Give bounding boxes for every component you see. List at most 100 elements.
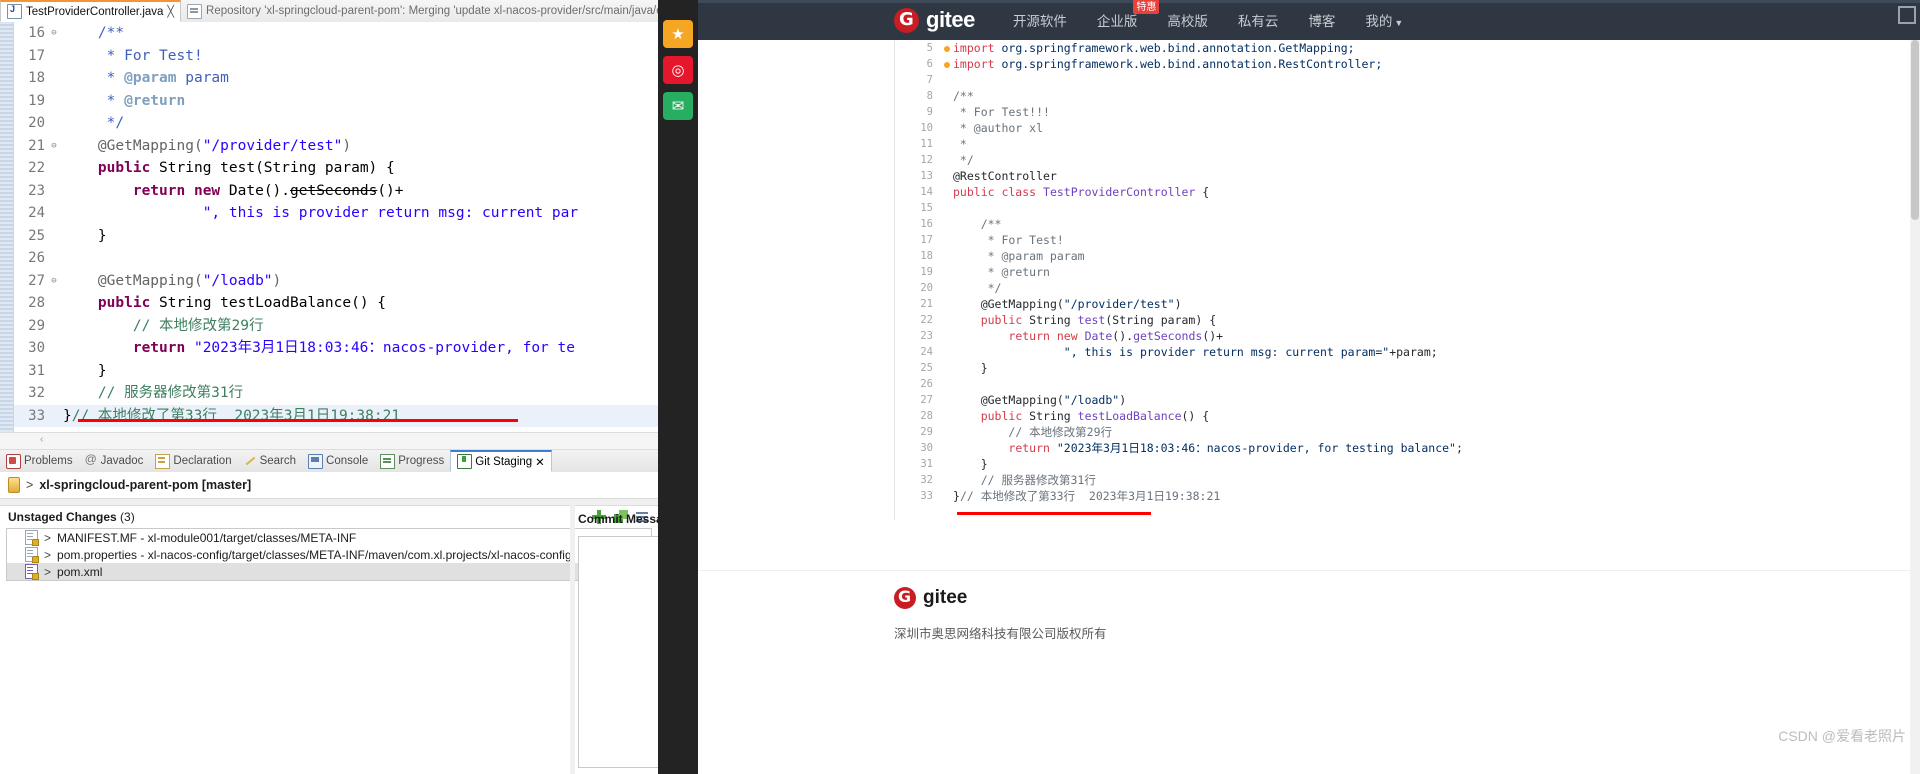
list-item[interactable]: > pom.properties - xl-nacos-config/targe…: [7, 546, 651, 563]
code-text: }: [97, 362, 107, 379]
progress-icon: [380, 453, 396, 469]
nav-label: 高校版: [1167, 14, 1208, 29]
gitee-code-lines: 5 import org.springframework.web.bind.ann…: [895, 40, 1920, 504]
nav-item-education[interactable]: 高校版: [1167, 10, 1208, 30]
footer-copyright: 深圳市奥思网络科技有限公司版权所有: [894, 627, 1107, 641]
tab-javadoc[interactable]: Javadoc: [79, 451, 150, 472]
close-icon[interactable]: ✕: [535, 455, 545, 469]
code-text: @GetMapping("/provider/test"): [63, 137, 352, 154]
code-line: 28 public String testLoadBalance() {: [895, 408, 1920, 424]
line-number: 25: [920, 362, 933, 374]
code-editor-area[interactable]: 16 ⊖ /** 17 * For Test! 18 * @param param 19…: [0, 22, 658, 432]
code-text: * For Test!!!: [953, 105, 1050, 119]
close-icon[interactable]: ╳: [167, 5, 174, 18]
commit-message-input[interactable]: [578, 536, 658, 768]
code-text: @RestController: [953, 169, 1057, 183]
expand-arrow-icon[interactable]: >: [26, 478, 33, 492]
code-text: // 本地修改第29行: [1008, 425, 1113, 439]
tab-problems[interactable]: Problems: [0, 451, 79, 472]
nav-item-privatecloud[interactable]: 私有云: [1238, 10, 1279, 30]
repository-row[interactable]: > xl-springcloud-parent-pom [master]: [0, 472, 658, 498]
code-line: 22 public String test(String param) {: [895, 312, 1920, 328]
code-line: 12 */: [895, 152, 1920, 168]
fold-toggle-icon[interactable]: ⊖: [49, 22, 59, 45]
expand-arrow-icon[interactable]: >: [44, 531, 51, 545]
nav-item-mine[interactable]: 我的 ▼: [1365, 10, 1403, 30]
header-top-border: [698, 0, 1920, 3]
code-line: 29 // 本地修改第29行: [895, 424, 1920, 440]
code-line: 20 */: [895, 280, 1920, 296]
java-file-icon: [7, 4, 22, 19]
code-line: 26: [0, 247, 658, 270]
scroll-left-icon[interactable]: ‹: [40, 434, 43, 445]
footer-logo[interactable]: gitee: [894, 587, 967, 609]
tab-label: Search: [259, 455, 297, 467]
star-icon[interactable]: ★: [663, 20, 693, 48]
code-text: * @param param: [63, 70, 229, 86]
nav-label: 我的: [1365, 14, 1393, 29]
code-line: 22 public String test(String param) {: [0, 157, 658, 180]
gitee-brand-text: gitee: [926, 7, 975, 32]
line-number: 23: [920, 330, 933, 342]
list-item[interactable]: > pom.xml: [7, 563, 651, 580]
expand-arrow-icon[interactable]: >: [44, 565, 51, 579]
code-text: public String test(String param) {: [97, 160, 395, 176]
code-line: 23 return new Date().getSeconds()+: [895, 328, 1920, 344]
list-item[interactable]: > MANIFEST.MF - xl-module001/target/clas…: [7, 529, 651, 546]
repository-icon: [8, 477, 20, 493]
scrollbar-thumb[interactable]: [1911, 40, 1919, 220]
code-line: 6 import org.springframework.web.bind.ann…: [895, 56, 1920, 72]
code-text: /**: [980, 217, 1002, 231]
code-text: // 服务器修改第31行: [97, 385, 244, 401]
code-line: 8 /**: [895, 88, 1920, 104]
view-tab-bar: Problems Javadoc Declaration Search Cons…: [0, 450, 658, 473]
tab-git-staging[interactable]: Git Staging ✕: [450, 450, 552, 472]
weibo-icon[interactable]: ◎: [663, 56, 693, 84]
code-text: import org.springframework.web.bind.anno…: [953, 41, 1355, 55]
gitee-code-viewer[interactable]: 5 import org.springframework.web.bind.ann…: [894, 40, 1920, 520]
line-number: 31: [920, 458, 933, 470]
line-number: 33: [920, 490, 933, 502]
nav-item-blog[interactable]: 博客: [1308, 10, 1335, 30]
code-text: @GetMapping("/loadb"): [980, 393, 1127, 407]
gitee-logo-icon: [894, 7, 919, 33]
tab-search[interactable]: Search: [238, 451, 302, 472]
code-text: @GetMapping("/provider/test"): [980, 297, 1182, 311]
page-scrollbar[interactable]: [1910, 40, 1920, 774]
fold-toggle-icon[interactable]: ⊖: [49, 135, 59, 158]
code-text: import org.springframework.web.bind.anno…: [953, 57, 1383, 71]
gitee-logo[interactable]: gitee: [894, 7, 975, 33]
line-number: 30: [920, 442, 933, 454]
panel-divider: [0, 498, 658, 506]
code-text: }// 本地修改了第33行 2023年3月1日19:38:21: [63, 407, 401, 424]
tab-label: Problems: [24, 455, 73, 467]
code-text: }// 本地修改了第33行 2023年3月1日19:38:21: [953, 489, 1221, 503]
panel-vertical-divider[interactable]: [570, 500, 575, 774]
git-staging-icon: [457, 454, 473, 469]
fold-toggle-icon[interactable]: ⊖: [49, 270, 59, 293]
code-text: * @return: [63, 92, 186, 109]
expand-arrow-icon[interactable]: >: [44, 548, 51, 562]
promo-badge: 特惠: [1133, 0, 1160, 14]
nav-item-enterprise[interactable]: 企业版 特惠: [1097, 0, 1160, 30]
tab-declaration[interactable]: Declaration: [149, 451, 237, 472]
tab-console[interactable]: Console: [302, 451, 374, 472]
mail-icon[interactable]: ✉: [663, 92, 693, 120]
editor-tab-repository-merging[interactable]: Repository 'xl-springcloud-parent-pom': …: [181, 1, 658, 22]
nav-label: 博客: [1308, 14, 1336, 29]
commit-message-label: Commit Messag: [578, 512, 658, 526]
editor-horizontal-scrollbar[interactable]: ‹: [0, 432, 658, 450]
code-text: /**: [953, 89, 974, 103]
tab-label: Declaration: [173, 455, 232, 467]
editor-tab-testprovidercontroller[interactable]: TestProviderController.java ╳: [0, 0, 182, 22]
line-number: 13: [920, 170, 933, 182]
social-share-sidebar: ★ ◎ ✉: [658, 0, 698, 774]
code-text: ", this is provider return msg: current …: [1063, 345, 1438, 359]
code-line: 32 // 服务器修改第31行: [895, 472, 1920, 488]
tab-label: Javadoc: [100, 455, 144, 467]
window-maximize-icon[interactable]: [1898, 6, 1916, 24]
tab-progress[interactable]: Progress: [374, 451, 450, 472]
tab-label: Progress: [398, 455, 445, 467]
nav-item-opensource[interactable]: 开源软件: [1013, 10, 1067, 30]
line-number: 32: [920, 474, 933, 486]
